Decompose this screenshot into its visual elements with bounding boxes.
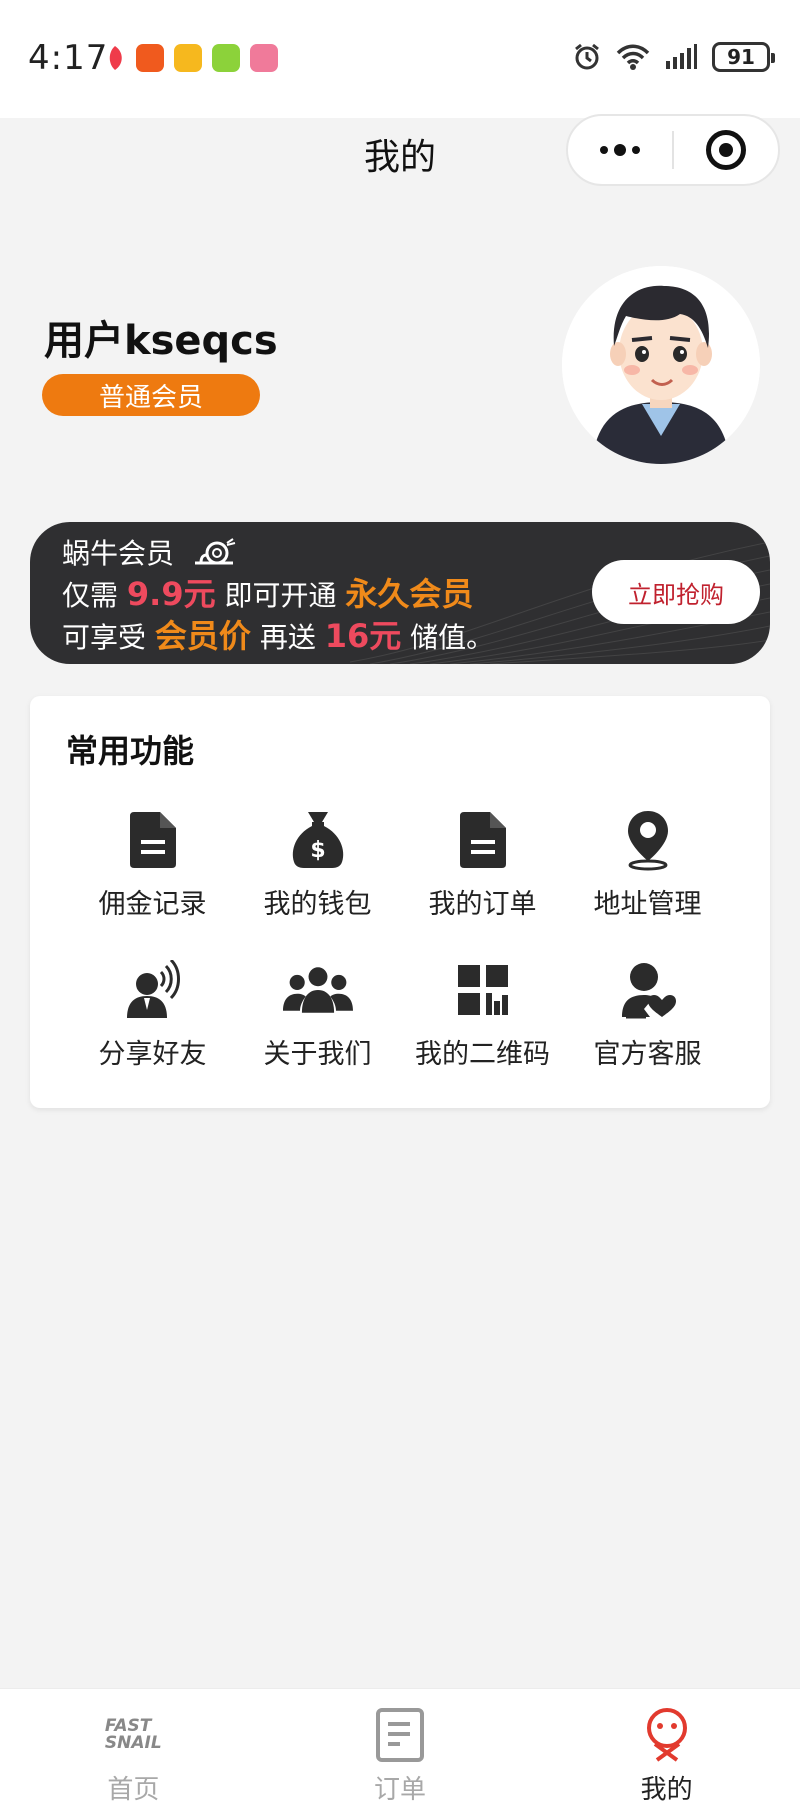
feature-label: 佣金记录 — [98, 889, 207, 920]
promo-line2-prefix: 仅需 — [62, 579, 127, 612]
alarm-icon — [575, 43, 599, 70]
tab-label: 订单 — [374, 1775, 427, 1805]
promo-line-3: 可享受 会员价 再送 16元 储值。 — [62, 616, 494, 658]
feature-address-management[interactable]: 地址管理 — [565, 808, 730, 958]
features-row: 分享好友 关于我们 我的二维码 官方客服 — [70, 958, 730, 1108]
tab-orders[interactable]: 订单 — [267, 1689, 534, 1814]
buy-now-button[interactable]: 立即抢购 — [592, 560, 760, 624]
notification-icons — [104, 44, 278, 72]
target-circle-icon — [706, 130, 746, 170]
feature-label: 地址管理 — [593, 889, 702, 920]
user-name: 用户kseqcs — [44, 318, 278, 364]
wifi-icon — [616, 44, 650, 70]
promo-line3-suffix: 储值。 — [401, 621, 495, 654]
close-button[interactable] — [674, 116, 778, 184]
feature-label: 我的钱包 — [263, 889, 372, 920]
snail-icon — [194, 538, 236, 565]
orange-app-icon — [136, 44, 164, 72]
promo-line-2: 仅需 9.9元 即可开通 永久会员 — [62, 574, 494, 616]
mini-program-capsule — [566, 114, 780, 186]
avatar[interactable] — [562, 266, 760, 464]
promo-line3-prefix: 可享受 — [62, 621, 155, 654]
promo-permanent-vip: 永久会员 — [345, 575, 474, 613]
tab-home[interactable]: FAST SNAIL 首页 — [0, 1689, 267, 1814]
promo-line3-mid: 再送 — [250, 621, 325, 654]
money-bag-icon: $ — [292, 812, 343, 868]
group-icon — [282, 967, 353, 1013]
feature-my-orders[interactable]: 我的订单 — [400, 808, 565, 958]
feature-share-friends[interactable]: 分享好友 — [70, 958, 235, 1108]
promo-price: 9.9元 — [126, 575, 216, 613]
logo-text-snail: SNAIL — [104, 1733, 162, 1753]
feature-my-qr-code[interactable]: 我的二维码 — [400, 958, 565, 1108]
feature-label: 官方客服 — [593, 1039, 702, 1070]
feature-label: 我的二维码 — [415, 1039, 550, 1070]
cartoon-avatar-icon — [562, 266, 760, 464]
features-row: 佣金记录 $ 我的钱包 我的订单 地址管理 — [70, 808, 730, 958]
promo-title: 蜗牛会员 — [62, 537, 175, 570]
qr-code-icon — [457, 965, 508, 1015]
green-android-icon — [212, 44, 240, 72]
mail-icon — [174, 44, 202, 72]
more-button[interactable] — [568, 116, 672, 184]
signal-icon — [666, 44, 697, 69]
common-features-card: 常用功能 佣金记录 $ 我的钱包 我的订单 地址管理 分享好友 关于我们 我的二… — [30, 696, 770, 1108]
feature-label: 关于我们 — [263, 1039, 372, 1070]
document-icon — [129, 812, 176, 868]
order-tab-icon — [376, 1708, 424, 1762]
svg-text:$: $ — [310, 838, 325, 863]
feature-label: 分享好友 — [98, 1039, 207, 1070]
status-right-icons: 91 — [572, 42, 775, 72]
order-document-icon — [459, 812, 506, 868]
tab-label: 我的 — [640, 1775, 693, 1805]
vip-promo-banner[interactable]: 蜗牛会员 仅需 9.9元 即可开通 永久会员 可享受 会员价 再送 16元 储值… — [30, 522, 770, 664]
fast-snail-logo-icon: FAST SNAIL — [103, 1705, 163, 1765]
member-level-badge[interactable]: 普通会员 — [42, 374, 260, 416]
feature-commission-records[interactable]: 佣金记录 — [70, 808, 235, 958]
promo-line-1: 蜗牛会员 — [62, 534, 494, 574]
promo-bonus-amount: 16元 — [324, 617, 402, 655]
bottom-tab-bar: FAST SNAIL 首页 订单 我的 — [0, 1688, 800, 1814]
mine-tab-icon — [646, 1708, 687, 1762]
feature-label: 我的订单 — [428, 889, 537, 920]
location-pin-icon — [627, 811, 668, 871]
feature-customer-service[interactable]: 官方客服 — [565, 958, 730, 1108]
promo-member-price: 会员价 — [154, 617, 251, 655]
features-title: 常用功能 — [66, 732, 195, 770]
features-grid: 佣金记录 $ 我的钱包 我的订单 地址管理 分享好友 关于我们 我的二维码 官方… — [70, 808, 730, 1108]
share-person-icon — [126, 960, 180, 1018]
pink-book-icon — [250, 44, 278, 72]
more-dots-icon — [600, 144, 640, 156]
promo-text: 蜗牛会员 仅需 9.9元 即可开通 永久会员 可享受 会员价 再送 16元 储值… — [62, 534, 494, 658]
feature-my-wallet[interactable]: $ 我的钱包 — [235, 808, 400, 958]
red-leaf-icon — [109, 46, 122, 70]
promo-line2-mid: 即可开通 — [215, 579, 346, 612]
customer-service-icon — [621, 963, 676, 1019]
status-time: 4:17 — [28, 38, 109, 78]
tab-mine[interactable]: 我的 — [533, 1689, 800, 1814]
page-title-text: 我的 — [363, 137, 436, 178]
feature-about-us[interactable]: 关于我们 — [235, 958, 400, 1108]
battery-icon: 91 — [712, 42, 775, 72]
status-bar: 4:17 91 — [0, 0, 800, 118]
tab-label: 首页 — [107, 1775, 160, 1805]
